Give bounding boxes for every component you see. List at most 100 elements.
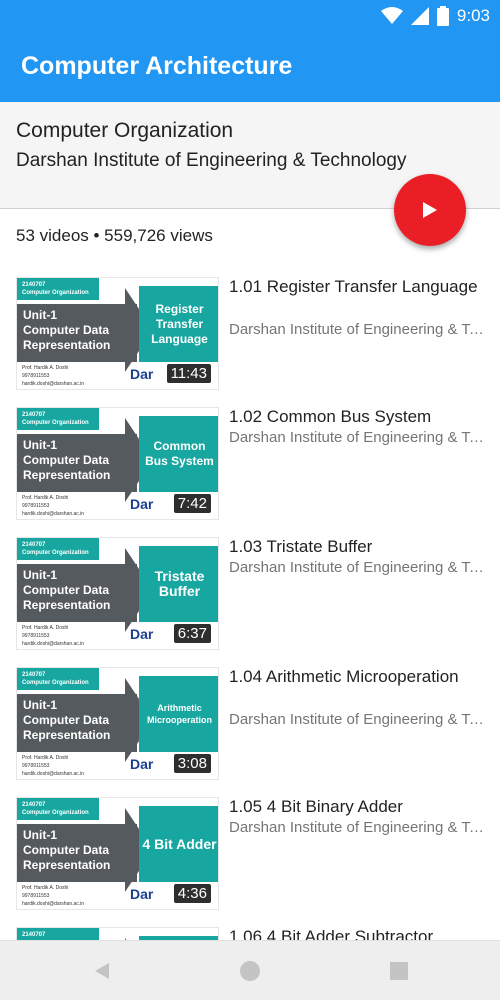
video-duration: 4:36 [173, 884, 211, 903]
home-button[interactable] [238, 959, 262, 983]
thumbnail-unit: Unit-1 Computer Data Representation [17, 564, 137, 622]
video-duration: 11:43 [166, 364, 211, 383]
thumbnail-email: hardik.doshi@darshan.ac.in [22, 771, 85, 777]
video-channel: Darshan Institute of Engineering & Techn… [229, 819, 484, 836]
thumbnail-code: 2140707 [22, 412, 46, 418]
thumbnail-unit-title: Representation [23, 338, 111, 352]
video-channel: Darshan Institute of Engineering & Techn… [229, 711, 484, 728]
video-channel: Darshan Institute of Engineering & Techn… [229, 321, 484, 338]
thumbnail-email: hardik.doshi@darshan.ac.in [22, 381, 85, 387]
thumbnail-professor: Prof. Hardik A. Doshi 9978911553 hardik.do… [22, 624, 84, 648]
thumbnail-unit: Unit-1 Computer Data Representation [17, 434, 137, 492]
video-item[interactable]: 2140707 Computer Organization Unit-1 Compu… [0, 266, 500, 396]
thumbnail-course-label: 2140707 Computer Organization [17, 538, 99, 560]
recents-square-icon [390, 962, 408, 980]
thumbnail-unit-title: Computer Data [23, 843, 110, 857]
back-triangle-icon [95, 963, 109, 979]
thumbnail-professor: Prof. Hardik A. Doshi 9978911553 hardik.do… [22, 364, 84, 388]
thumbnail-topic: Register Transfer Language [139, 286, 218, 362]
thumbnail-logo: Dar [130, 496, 154, 512]
thumbnail-unit-number: Unit-1 [23, 698, 57, 712]
video-thumbnail[interactable]: 2140707Computer Organization [16, 927, 219, 940]
video-thumbnail[interactable]: 2140707 Computer Organization Unit-1 Compu… [16, 537, 219, 650]
video-title[interactable]: 1.01 Register Transfer Language [229, 276, 484, 298]
thumbnail-code: 2140707 [22, 932, 46, 938]
video-item[interactable]: 2140707Computer Organization 1.06 4 Bit … [0, 916, 500, 940]
video-item[interactable]: 2140707 Computer Organization Unit-1 Compu… [0, 656, 500, 786]
thumbnail-code: 2140707 [22, 542, 46, 548]
thumbnail-prof-name: Prof. Hardik A. Doshi [22, 755, 69, 761]
video-thumbnail[interactable]: 2140707 Computer Organization Unit-1 Compu… [16, 797, 219, 910]
system-nav-bar [0, 940, 500, 1000]
thumbnail-code: 2140707 [22, 802, 46, 808]
thumbnail-unit-title: Computer Data [23, 583, 110, 597]
video-title[interactable]: 1.05 4 Bit Binary Adder [229, 796, 484, 818]
video-title[interactable]: 1.04 Arithmetic Microoperation [229, 666, 484, 688]
thumbnail-email: hardik.doshi@darshan.ac.in [22, 641, 85, 647]
thumbnail-unit-title: Computer Data [23, 453, 110, 467]
thumbnail-professor: Prof. Hardik A. Doshi 9978911553 hardik.do… [22, 754, 84, 778]
video-item[interactable]: 2140707 Computer Organization Unit-1 Compu… [0, 786, 500, 916]
video-item[interactable]: 2140707 Computer Organization Unit-1 Compu… [0, 526, 500, 656]
thumbnail-prof-name: Prof. Hardik A. Doshi [22, 365, 69, 371]
video-list[interactable]: 2140707 Computer Organization Unit-1 Compu… [0, 266, 500, 940]
playlist-title: Computer Organization [16, 119, 234, 142]
thumbnail-logo: Dar [130, 626, 154, 642]
video-channel: Darshan Institute of Engineering & Techn… [229, 559, 484, 576]
thumbnail-unit-title: Representation [23, 858, 111, 872]
thumbnail-logo: Dar [130, 366, 154, 382]
thumbnail-unit-title: Computer Data [23, 713, 110, 727]
thumbnail-email: hardik.doshi@darshan.ac.in [22, 901, 85, 907]
thumbnail-unit-number: Unit-1 [23, 308, 57, 322]
thumbnail-prof-name: Prof. Hardik A. Doshi [22, 625, 69, 631]
thumbnail-course-label: 2140707Computer Organization [17, 408, 99, 430]
thumbnail-unit: Unit-1 Computer Data Representation [17, 304, 137, 362]
thumbnail-topic: 4 Bit Adder [139, 806, 218, 882]
thumbnail-subject: Computer Organization [22, 680, 89, 686]
thumbnail-logo: Dar [130, 756, 154, 772]
wifi-icon [380, 7, 403, 24]
video-title[interactable]: 1.03 Tristate Buffer [229, 536, 484, 558]
thumbnail-subject: Computer Organization [22, 290, 89, 296]
thumbnail-phone: 9978911553 [22, 633, 50, 639]
play-icon [423, 202, 437, 218]
thumbnail-topic: Common Bus System [139, 416, 218, 492]
thumbnail-course-label: 2140707Computer Organization [17, 928, 99, 940]
status-bar: 9:03 [0, 0, 500, 33]
thumbnail-professor: Prof. Hardik A. Doshi 9978911553 hardik.do… [22, 494, 84, 518]
thumbnail-phone: 9978911553 [22, 373, 50, 379]
thumbnail-course-label: 2140707Computer Organization [17, 668, 99, 690]
thumbnail-phone: 9978911553 [22, 893, 50, 899]
play-all-button[interactable] [394, 174, 466, 246]
video-duration: 6:37 [173, 624, 211, 643]
battery-icon [436, 6, 449, 26]
home-circle-icon [240, 961, 260, 981]
thumbnail-professor: Prof. Hardik A. Doshi 9978911553 hardik.do… [22, 884, 84, 908]
video-title[interactable]: 1.06 4 Bit Adder Subtractor [229, 926, 484, 940]
thumbnail-unit-title: Representation [23, 598, 111, 612]
thumbnail-topic: Tristate Buffer [139, 546, 218, 622]
recents-button[interactable] [387, 959, 411, 983]
status-time: 9:03 [456, 6, 490, 25]
thumbnail-logo: Dar [130, 886, 154, 902]
video-thumbnail[interactable]: 2140707 Computer Organization Unit-1 Compu… [16, 407, 219, 520]
app-title: Computer Architecture [21, 52, 293, 80]
thumbnail-unit: Unit-1 Computer Data Representation [17, 694, 137, 752]
thumbnail-unit-number: Unit-1 [23, 438, 57, 452]
thumbnail-subject: Computer Organization [22, 810, 89, 816]
playlist-stats: 53 videos • 559,726 views [16, 226, 213, 245]
video-duration: 7:42 [173, 494, 211, 513]
thumbnail-subject: Computer Organization [22, 550, 89, 556]
thumbnail-prof-name: Prof. Hardik A. Doshi [22, 885, 69, 891]
playlist-channel[interactable]: Darshan Institute of Engineering & Techn… [16, 150, 406, 172]
video-title[interactable]: 1.02 Common Bus System [229, 406, 484, 428]
video-thumbnail[interactable]: 2140707 Computer Organization Unit-1 Compu… [16, 277, 219, 390]
thumbnail-course-label: 2140707 Computer Organization [17, 798, 99, 820]
video-item[interactable]: 2140707 Computer Organization Unit-1 Compu… [0, 396, 500, 526]
back-button[interactable] [90, 959, 114, 983]
thumbnail-unit-title: Representation [23, 728, 111, 742]
thumbnail-prof-name: Prof. Hardik A. Doshi [22, 495, 69, 501]
thumbnail-phone: 9978911553 [22, 503, 50, 509]
video-thumbnail[interactable]: 2140707 Computer Organization Unit-1 Compu… [16, 667, 219, 780]
thumbnail-code: 2140707 [22, 282, 46, 288]
